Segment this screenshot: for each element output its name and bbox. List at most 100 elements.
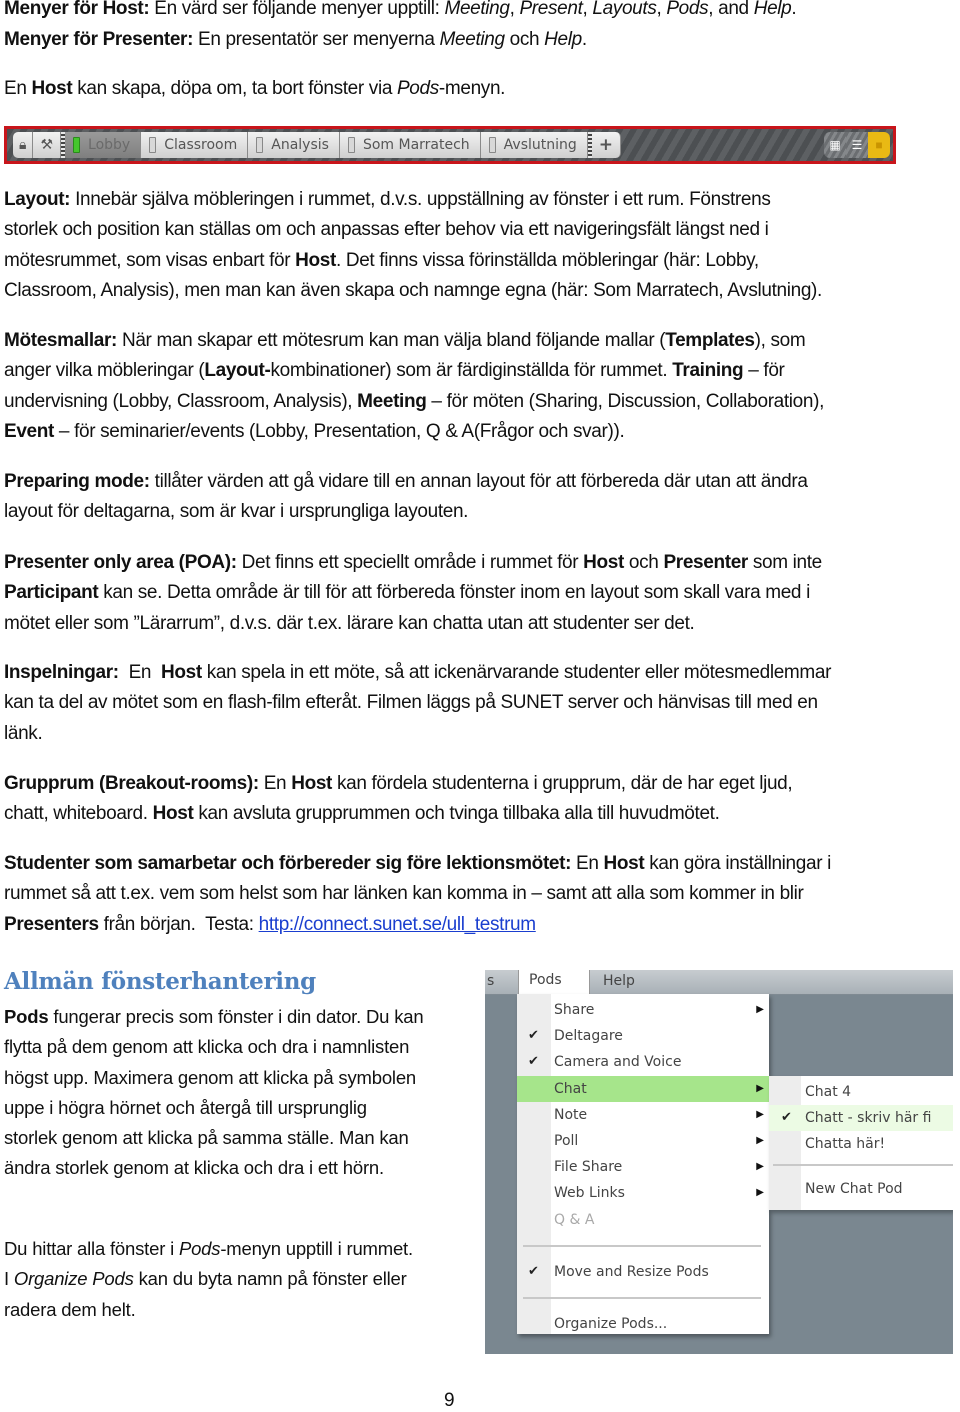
- bold-term: Host: [31, 78, 73, 99]
- tab-label: Classroom: [164, 137, 238, 153]
- submenu-item-new-chat-pod[interactable]: New Chat Pod: [769, 1176, 953, 1202]
- menu-name: Pods: [396, 78, 439, 99]
- pods-menu-screenshot: s Pods Help Share ▶ ✔ Deltagare ✔ Camera an…: [485, 970, 953, 1354]
- tab-som-marratech[interactable]: Som Marratech: [339, 132, 481, 158]
- students-paragraph: Studenter som samarbetar och förbereder …: [4, 849, 831, 940]
- menu-item-label: Deltagare: [554, 1028, 623, 1045]
- menu-item-share[interactable]: Share ▶: [517, 997, 769, 1023]
- lock-button[interactable]: 🔒︎: [13, 132, 34, 158]
- text: och: [624, 552, 664, 573]
- menu-item-note[interactable]: Note ▶: [517, 1102, 769, 1128]
- text: . Det finns vissa förinställda möblering…: [335, 249, 759, 271]
- poa-paragraph: Presenter only area (POA): Det finns ett…: [4, 548, 822, 639]
- menu-item-organize-pods[interactable]: Organize Pods...: [517, 1311, 769, 1337]
- breakout-paragraph: Grupprum (Breakout-rooms): En Host kan f…: [4, 769, 793, 830]
- text: uppe i högra hörnet och återgå till ursp…: [4, 1096, 367, 1118]
- bold-term: Host: [161, 662, 202, 683]
- menu-pods[interactable]: Pods: [518, 970, 590, 994]
- menu-item-web-links[interactable]: Web Links ▶: [517, 1180, 769, 1206]
- menu-name: Present: [519, 0, 583, 19]
- tab-label: Som Marratech: [362, 137, 470, 153]
- submenu-arrow-icon: ▶: [756, 1161, 764, 1173]
- text: En: [118, 662, 162, 683]
- menu-name: Help: [753, 0, 792, 19]
- presenter-menus-label: Menyer för Presenter:: [4, 29, 194, 50]
- layout-toolbar: 🔒︎ ⚒ Lobby Classroom Analysis Som Marrat…: [4, 126, 896, 164]
- submenu-item-chatta-har[interactable]: Chatta här!: [769, 1131, 953, 1157]
- host-menus-label: Menyer för Host:: [4, 0, 150, 19]
- bold-term: Meeting: [357, 390, 427, 412]
- submenu-item-chat-4[interactable]: Chat 4: [769, 1079, 953, 1105]
- text: Du hittar alla fönster i: [4, 1238, 179, 1259]
- bold-term: Host: [603, 853, 645, 874]
- menu-item-label: Note: [554, 1106, 588, 1123]
- tools-button[interactable]: ⚒: [33, 132, 62, 158]
- host-menus-paragraph: Menyer för Host: En värd ser följande me…: [4, 0, 797, 19]
- menu-item-chat[interactable]: Chat ▶: [517, 1075, 769, 1102]
- menu-item-poll[interactable]: Poll ▶: [517, 1128, 769, 1154]
- text: – för: [743, 360, 785, 382]
- tab-label: Lobby: [88, 137, 131, 153]
- text: rummet så att t.ex. vem som helst som ha…: [4, 883, 804, 905]
- checkmark-icon: ✔: [781, 1110, 792, 1126]
- bold-term: Participant: [4, 582, 99, 604]
- list-icon[interactable]: ☰: [846, 132, 868, 158]
- text: I: [4, 1268, 14, 1290]
- indicator-icon: [347, 137, 355, 153]
- bold-term: Host: [152, 803, 194, 825]
- text: ändra storlek genom at klicka och dra i …: [4, 1157, 384, 1179]
- add-layout-button[interactable]: +: [591, 132, 622, 158]
- text: undervisning (Lobby, Classroom, Analysis…: [4, 390, 358, 412]
- menu-item-label: Q & A: [554, 1211, 595, 1228]
- text: – för möten (Sharing, Discussion, Collab…: [426, 390, 825, 412]
- term-label: Mötesmallar:: [4, 330, 118, 351]
- term-label: Inspelningar:: [4, 662, 119, 683]
- layout-square-icon[interactable]: ■: [868, 132, 890, 158]
- bold-term: Host: [583, 552, 624, 573]
- testrum-link[interactable]: http://connect.sunet.se/ull_testrum: [259, 914, 536, 935]
- text: länk.: [4, 722, 43, 744]
- tab-lobby[interactable]: Lobby: [65, 132, 142, 158]
- bold-term: Presenter: [663, 552, 748, 573]
- term-label: Preparing mode:: [4, 471, 150, 492]
- templates-paragraph: Mötesmallar: När man skapar ett mötesrum…: [4, 326, 824, 447]
- menu-item-camera-and-voice[interactable]: ✔ Camera and Voice: [517, 1049, 769, 1075]
- text: layout för deltagarna, som är kvar i urs…: [4, 501, 469, 523]
- text: En: [4, 78, 32, 99]
- menu-item-label: File Share: [554, 1159, 623, 1176]
- bold-term: Presenters: [4, 913, 99, 935]
- text: Det finns ett speciellt område i rummet …: [236, 552, 584, 573]
- tab-classroom[interactable]: Classroom: [141, 132, 249, 158]
- text: kan du byta namn på fönster eller: [133, 1268, 407, 1290]
- menu-item-file-share[interactable]: File Share ▶: [517, 1154, 769, 1180]
- lock-icon: 🔒︎: [19, 137, 27, 153]
- menu-item-q-and-a: Q & A: [517, 1207, 769, 1233]
- menu-name: Meeting: [439, 29, 506, 50]
- text: radera dem helt.: [4, 1298, 136, 1320]
- text: anger vilka möbleringar (: [4, 360, 205, 382]
- tab-analysis[interactable]: Analysis: [248, 132, 340, 158]
- tab-avslutning[interactable]: Avslutning: [480, 132, 588, 158]
- bold-term: Host: [291, 773, 333, 794]
- tab-label: Avslutning: [503, 137, 577, 153]
- submenu-item-chatt-skriv-har[interactable]: ✔ Chatt - skriv här fi: [769, 1105, 953, 1132]
- pods-menu-paragraph: En Host kan skapa, döpa om, ta bort föns…: [4, 74, 505, 104]
- menu-item-move-and-resize-pods[interactable]: ✔ Move and Resize Pods: [517, 1259, 769, 1285]
- submenu-arrow-icon: ▶: [756, 1187, 764, 1199]
- menu-item-label: Chatt - skriv här fi: [805, 1110, 932, 1127]
- menu-item-deltagare[interactable]: ✔ Deltagare: [517, 1023, 769, 1049]
- menu-item-label: Poll: [554, 1132, 579, 1149]
- menu-name: Pods: [666, 0, 709, 19]
- indicator-icon: [149, 137, 157, 153]
- grid-icon[interactable]: ▦: [824, 132, 846, 158]
- text: En värd ser följande menyer upptill:: [149, 0, 445, 19]
- text: fungerar precis som fönster i din dator.…: [48, 1006, 424, 1027]
- menu-item-label: Chat 4: [805, 1084, 852, 1100]
- recordings-paragraph: Inspelningar: En Host kan spela in ett m…: [4, 658, 831, 749]
- checkmark-icon: ✔: [528, 1054, 539, 1070]
- term-label: Grupprum (Breakout-rooms):: [4, 773, 259, 794]
- menu-help[interactable]: Help: [603, 973, 635, 989]
- text: En presentatör ser menyerna: [193, 29, 440, 50]
- menu-name: Meeting: [444, 0, 510, 19]
- menu-layouts[interactable]: s: [487, 973, 494, 989]
